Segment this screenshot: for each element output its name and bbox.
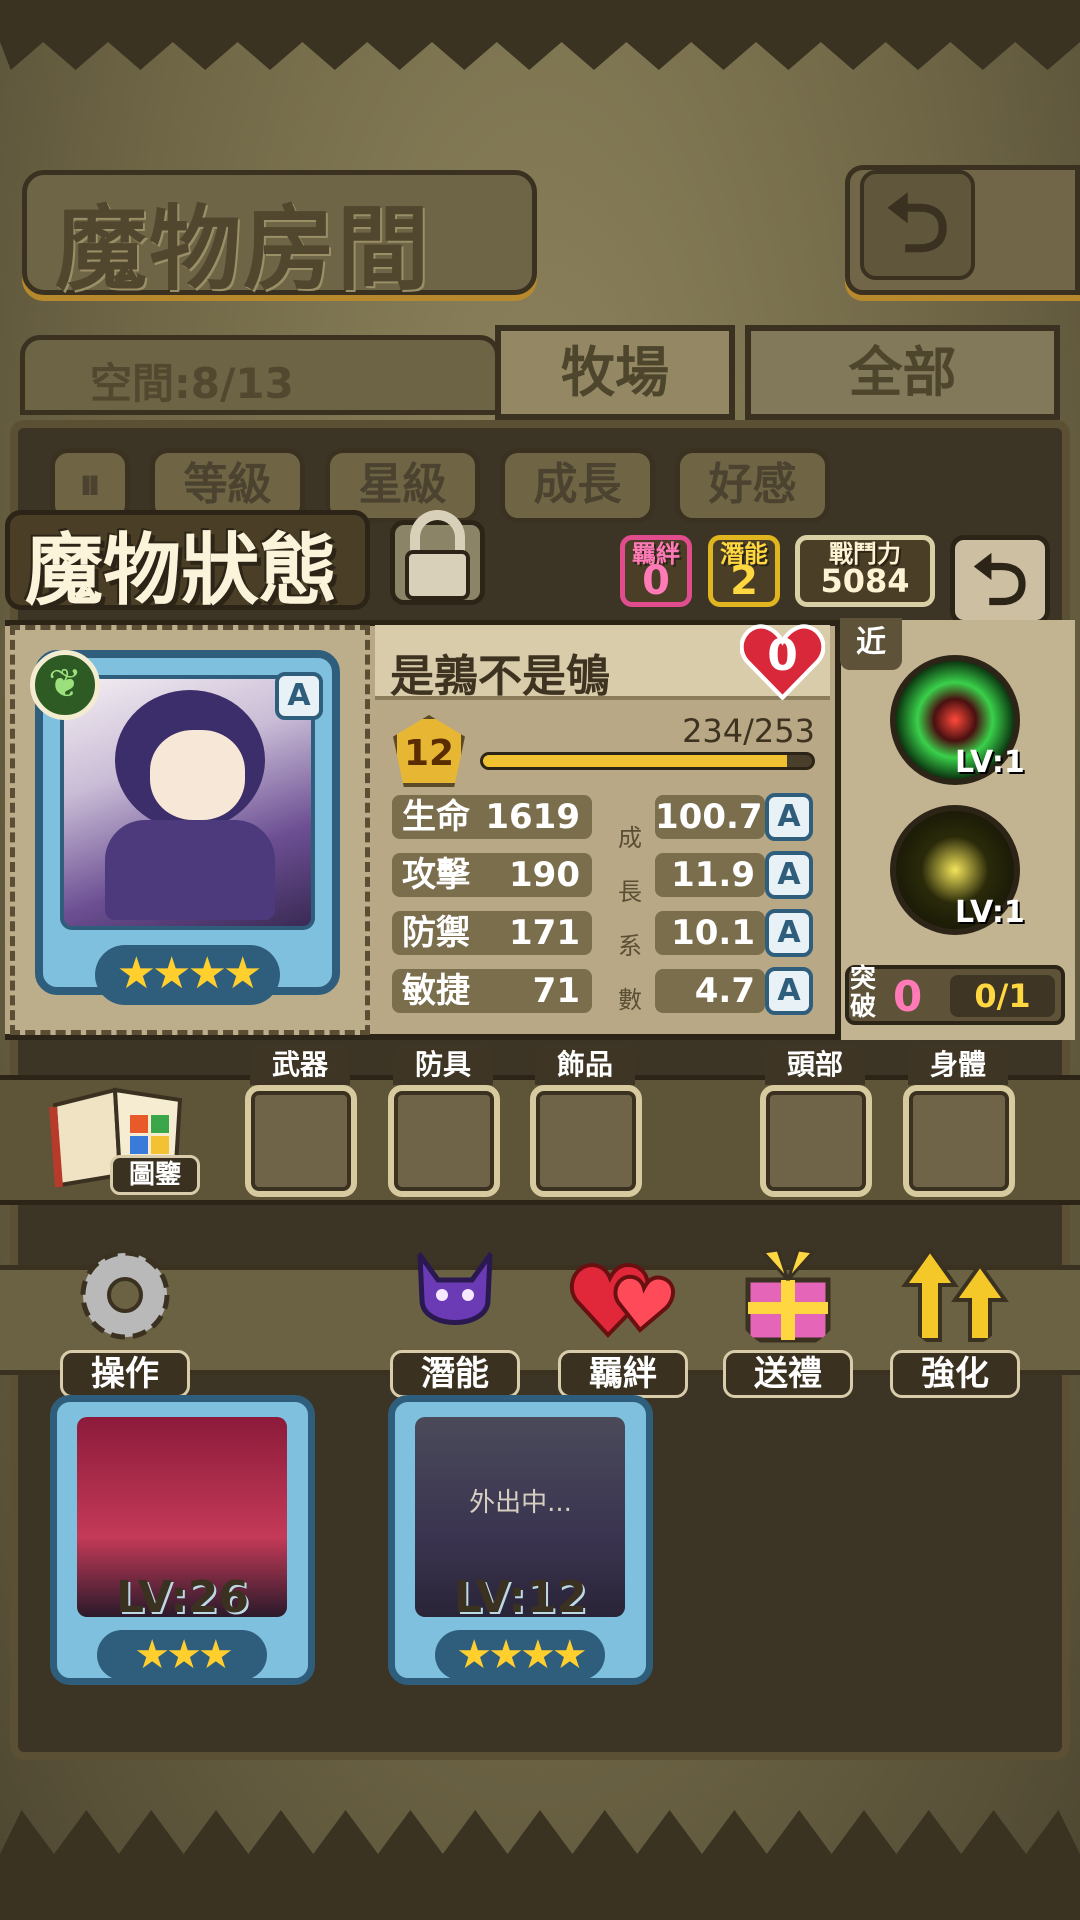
weapon-slot[interactable] — [245, 1085, 357, 1197]
stat-0-name: 生命 — [402, 797, 470, 837]
stat-2-growth: 10.1 — [655, 911, 765, 955]
stat-2-row: 防禦 171 — [392, 911, 592, 955]
bond-counter: 羈絆 0 — [620, 535, 692, 607]
exp-fill — [483, 755, 788, 767]
operate-label: 操作 — [60, 1350, 190, 1398]
enhance-button[interactable]: 強化 — [885, 1240, 1025, 1400]
tab-ranch[interactable]: 牧場 — [495, 325, 735, 420]
stat-0-growth: 100.7 — [655, 795, 765, 839]
operate-button[interactable]: 操作 — [55, 1240, 195, 1400]
away-status: 外出中... — [469, 1488, 572, 1518]
stat-3-growth: 4.7 — [655, 969, 765, 1013]
double-arrow-up-icon — [901, 1246, 1009, 1342]
stat-3-value: 71 — [532, 971, 580, 1011]
stat-3-name: 敏捷 — [402, 971, 470, 1011]
potential-label: 潛能 — [390, 1350, 520, 1398]
power-value: 5084 — [820, 562, 910, 600]
enhance-label: 強化 — [890, 1350, 1020, 1398]
stat-2-grade: A — [765, 909, 813, 957]
stat-1-name: 攻擊 — [402, 855, 470, 895]
stat-1-value: 190 — [509, 855, 580, 895]
monster-stars-2: ★★★★ — [435, 1630, 605, 1680]
gift-button[interactable]: 送禮 — [718, 1240, 858, 1400]
body-slot-label: 身體 — [908, 1045, 1008, 1085]
potential-button[interactable]: 潛能 — [385, 1240, 525, 1400]
rank-badge: A — [275, 672, 323, 720]
exp-text: 234/253 — [682, 712, 815, 750]
limit-break-ratio: 0/1 — [950, 975, 1055, 1017]
monster-level-1: LV:26 — [116, 1572, 249, 1623]
potential-counter: 潛能 2 — [708, 535, 780, 607]
monster-stars-1: ★★★ — [97, 1630, 267, 1680]
skill-2-level: LV:1 — [955, 895, 1025, 930]
monster-list-card-1[interactable]: LV:26 ★★★ — [50, 1395, 315, 1685]
limit-break-label: 突破 — [850, 964, 877, 1022]
growth-label-3: 系 — [618, 932, 642, 960]
armor-slot[interactable] — [388, 1085, 500, 1197]
bottom-border — [0, 1810, 1080, 1920]
stat-1-grade: A — [765, 851, 813, 899]
stat-0-row: 生命 1619 — [392, 795, 592, 839]
monster-body — [105, 820, 275, 920]
potential-value: 2 — [730, 558, 758, 604]
stat-1-row: 攻擊 190 — [392, 853, 592, 897]
bond-label-btn: 羈絆 — [558, 1350, 688, 1398]
weapon-slot-label: 武器 — [250, 1045, 350, 1085]
stat-2-value: 171 — [509, 913, 580, 953]
monster-name: 是鶉不是鴝 — [390, 651, 610, 702]
affection-value: 0 — [767, 630, 798, 681]
body-slot[interactable] — [903, 1085, 1015, 1197]
page-title: 魔物房間 — [55, 195, 432, 303]
limit-break-value: 0 — [893, 972, 923, 1021]
leaf-element-icon: ❦ — [30, 650, 100, 720]
gift-icon — [745, 1248, 831, 1343]
encyclopedia-label[interactable]: 圖鑒 — [110, 1155, 200, 1195]
growth-label-2: 長 — [618, 878, 642, 906]
stat-3-grade: A — [765, 967, 813, 1015]
armor-slot-label: 防具 — [393, 1045, 493, 1085]
growth-label-4: 數 — [618, 986, 642, 1014]
sort-affection-button[interactable]: 好感 — [675, 448, 830, 523]
space-counter: 空間:8/13 — [90, 359, 294, 408]
bond-value: 0 — [642, 558, 670, 604]
exp-bar — [480, 752, 815, 770]
lock-body — [405, 550, 470, 600]
stat-0-value: 1619 — [485, 797, 580, 837]
head-slot-label: 頭部 — [765, 1045, 865, 1085]
growth-label-1: 成 — [618, 824, 642, 852]
stat-2-name: 防禦 — [402, 913, 470, 953]
monster-list-card-2[interactable]: 外出中... LV:12 ★★★★ — [388, 1395, 653, 1685]
demon-icon — [417, 1246, 493, 1325]
skill-1-level: LV:1 — [955, 745, 1025, 780]
star-rating: ★★★★ — [95, 945, 280, 1005]
close-status-button[interactable]: ⮌ — [950, 535, 1050, 625]
accessory-slot-label: 飾品 — [535, 1045, 635, 1085]
return-icon[interactable]: ⮌ — [860, 170, 975, 280]
sort-growth-button[interactable]: 成長 — [500, 448, 655, 523]
stat-3-row: 敏捷 71 — [392, 969, 592, 1013]
stat-1-growth: 11.9 — [655, 853, 765, 897]
monster-face — [150, 730, 245, 820]
stat-0-grade: A — [765, 793, 813, 841]
gift-label: 送禮 — [723, 1350, 853, 1398]
range-tag: 近 — [840, 618, 902, 670]
head-slot[interactable] — [760, 1085, 872, 1197]
hearts-icon — [569, 1262, 675, 1338]
status-title: 魔物狀態 — [25, 525, 338, 616]
tab-all[interactable]: 全部 — [745, 325, 1060, 420]
bond-button[interactable]: 羈絆 — [553, 1240, 693, 1400]
monster-level-2: LV:12 — [454, 1572, 587, 1623]
combat-power: 戰鬥力 5084 — [795, 535, 935, 607]
gear-icon — [80, 1250, 170, 1340]
accessory-slot[interactable] — [530, 1085, 642, 1197]
